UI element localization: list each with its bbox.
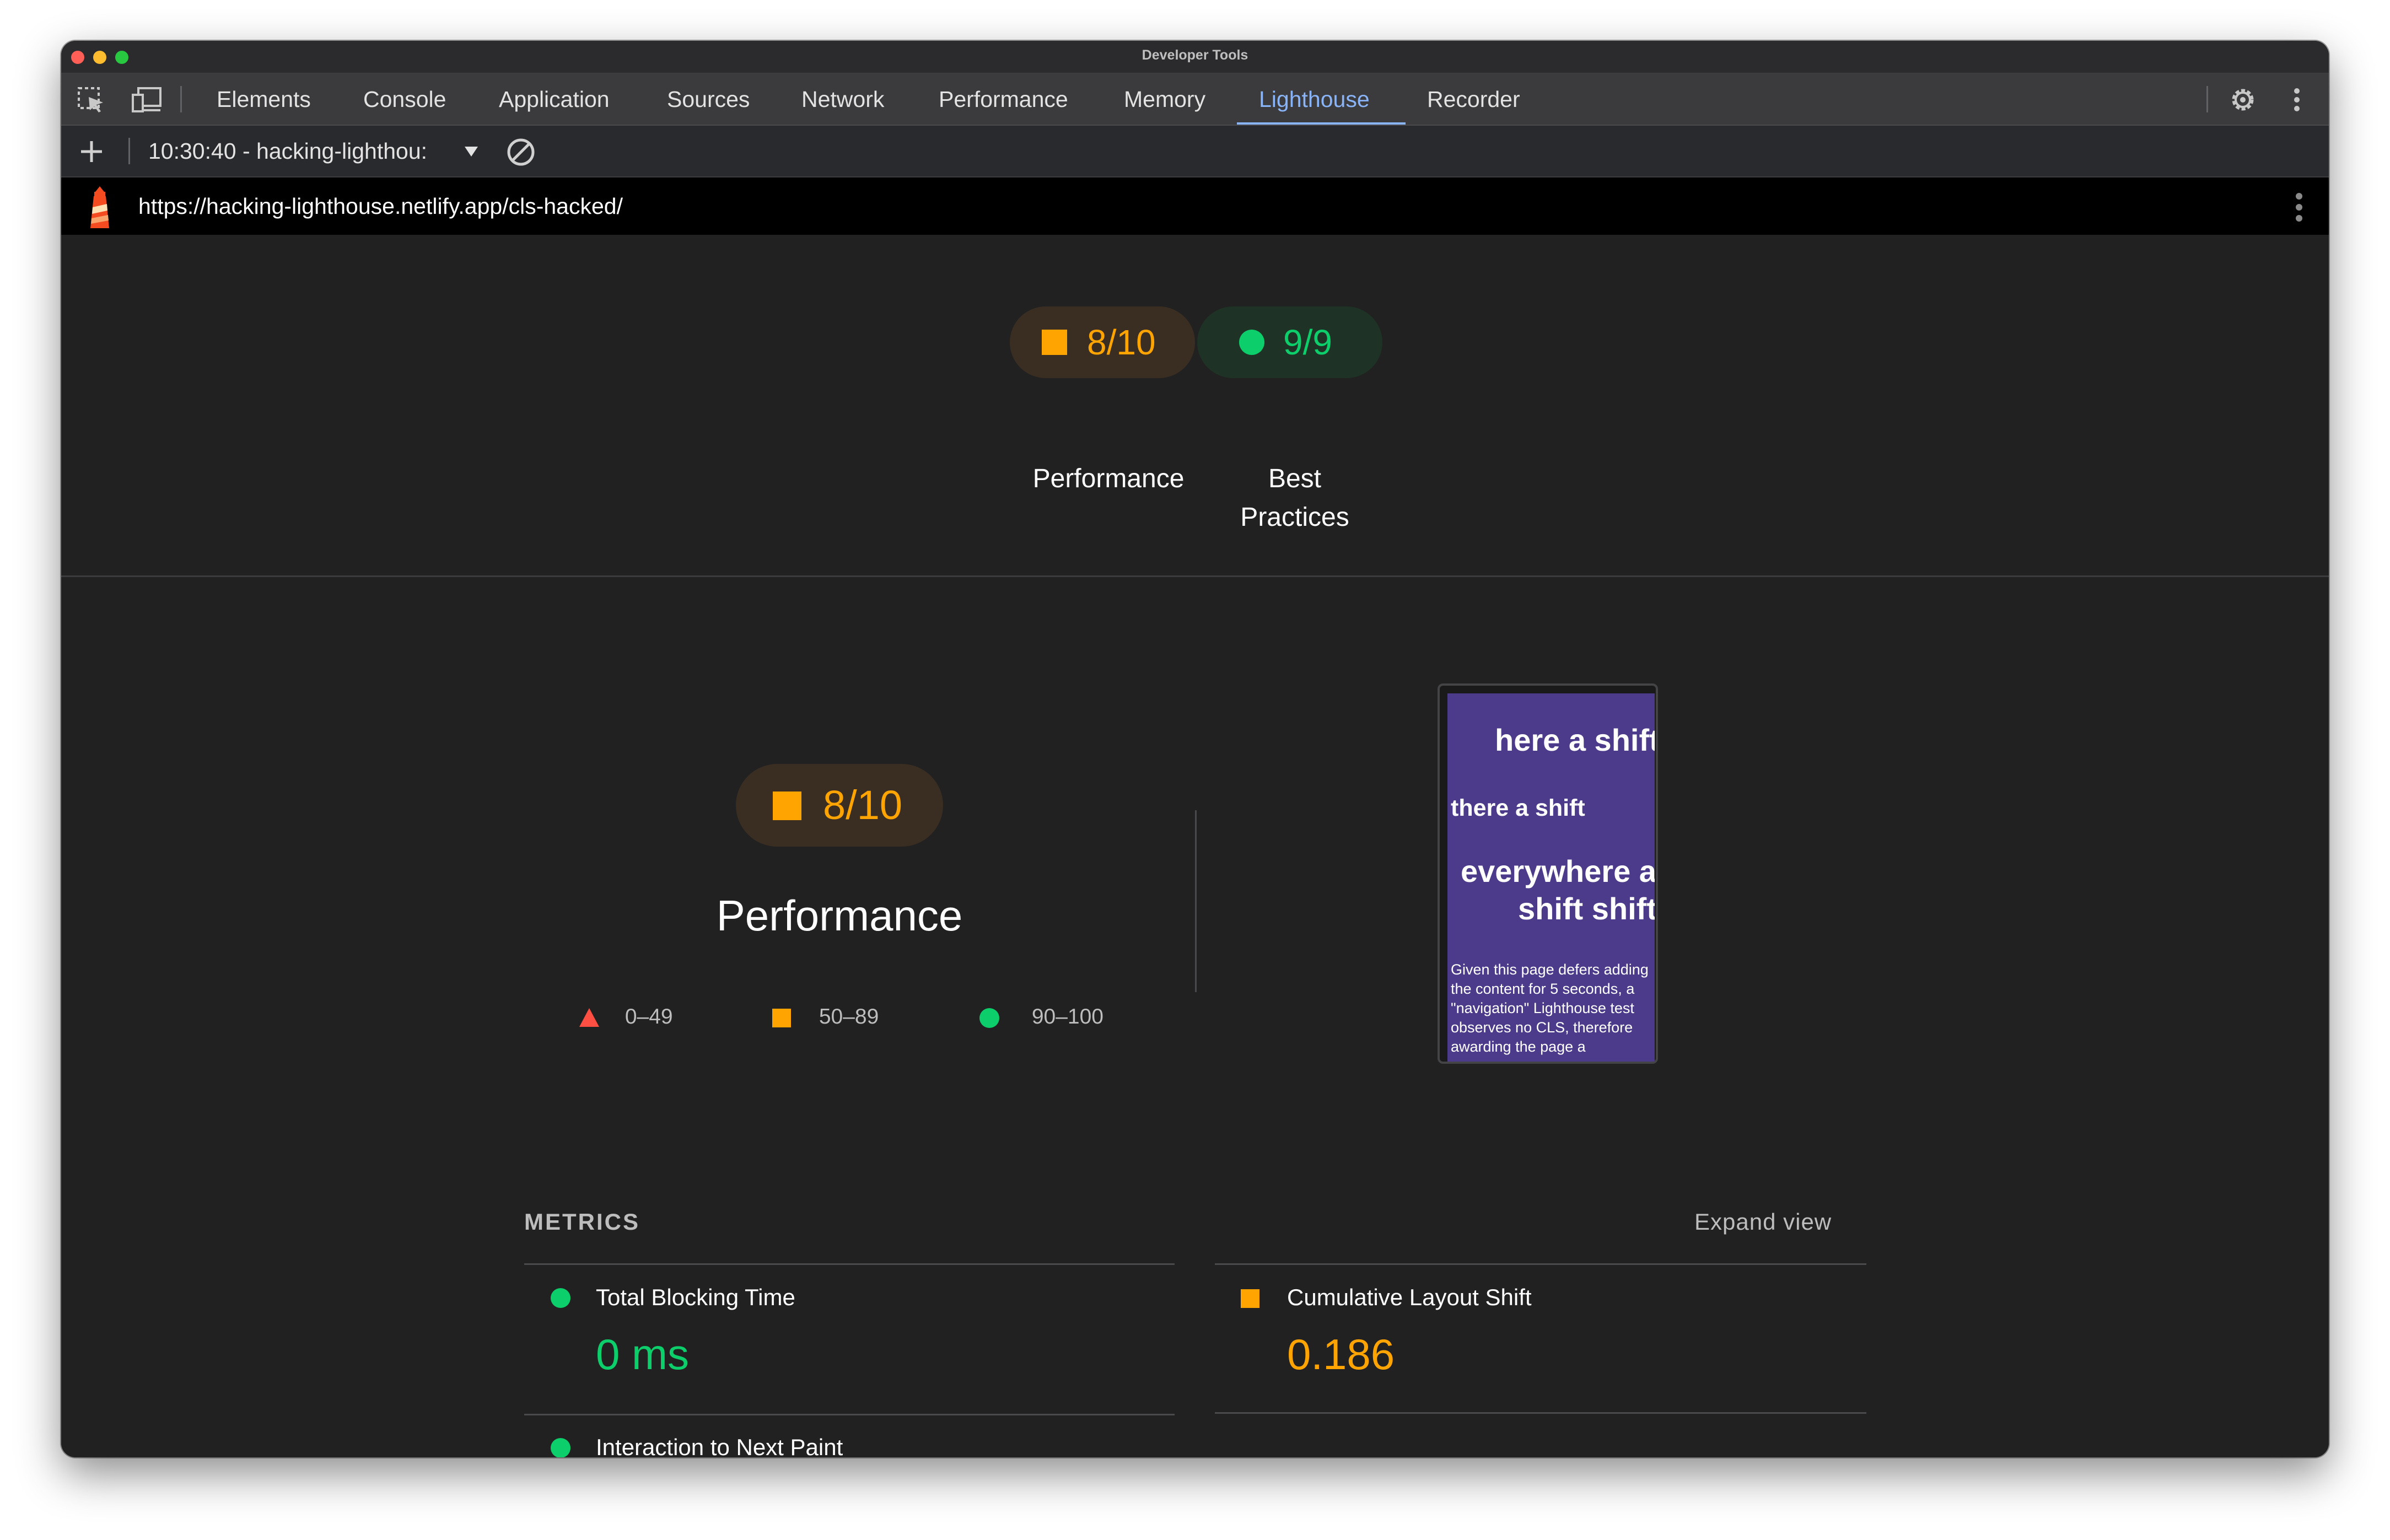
screenshot-paragraph: awarding the page a [1451, 1038, 1586, 1055]
metric-value: 0 ms [596, 1330, 690, 1379]
screenshot-paragraph: observes no CLS, therefore [1451, 1019, 1633, 1036]
active-tab-indicator [1237, 122, 1406, 125]
tab-network[interactable]: Network [801, 74, 884, 125]
metric-name: Total Blocking Time [596, 1284, 795, 1310]
category-label-text: Performance [1032, 464, 1185, 493]
final-screenshot-image: here a shift there a shift everywhere a … [1447, 693, 1655, 1062]
report-url-bar: https://hacking-lighthouse.netlify.app/c… [61, 177, 2329, 235]
category-pill-performance[interactable]: 8/10 [1010, 306, 1195, 378]
metrics-divider [1215, 1412, 1866, 1414]
average-square-icon [772, 1008, 791, 1027]
toolbar-divider [128, 138, 130, 164]
device-toolbar-icon[interactable] [131, 86, 162, 114]
gear-icon[interactable] [2227, 86, 2258, 114]
metrics-divider [524, 1263, 1175, 1265]
section-divider [61, 575, 2329, 577]
pass-circle-icon [1239, 330, 1264, 355]
screenshot-paragraph: "navigation" Lighthouse test [1451, 1000, 1634, 1016]
lighthouse-logo-icon [83, 185, 116, 229]
tab-memory[interactable]: Memory [1124, 74, 1205, 125]
category-pill-best-practices[interactable]: 9/9 [1197, 306, 1382, 378]
window-title: Developer Tools [1142, 47, 1248, 63]
screenshot-text: here a shift [1495, 723, 1655, 757]
fail-triangle-icon [579, 1008, 599, 1027]
metric-value: 0.186 [1287, 1330, 1395, 1379]
metrics-divider [1215, 1263, 1866, 1265]
category-label-line: Practices [1240, 503, 1349, 532]
lighthouse-report: 8/10 9/9 Performance Best Practices 8/10… [61, 235, 2329, 1457]
legend-range: 90–100 [1031, 1005, 1104, 1029]
clear-icon[interactable] [505, 137, 536, 168]
category-label-line: Best [1268, 464, 1322, 493]
category-score: 8/10 [1087, 322, 1156, 362]
legend-average: 50–89 [772, 1003, 879, 1031]
legend-fail: 0–49 [578, 1003, 673, 1031]
report-selector-label: 10:30:40 - hacking-lighthou: [148, 138, 428, 164]
devtools-window: Developer Tools Elements Console Applica… [61, 41, 2329, 1457]
inspect-element-icon[interactable] [77, 86, 107, 114]
tab-recorder[interactable]: Recorder [1427, 74, 1520, 125]
performance-score-pill: 8/10 [736, 764, 943, 847]
metric-name: Cumulative Layout Shift [1287, 1284, 1532, 1310]
chevron-down-icon[interactable] [461, 141, 481, 161]
panel-tab-bar: Elements Console Application Sources Net… [61, 74, 2329, 126]
tab-sources[interactable]: Sources [667, 74, 750, 125]
tab-application[interactable]: Application [499, 74, 610, 125]
pass-circle-icon [551, 1288, 570, 1308]
legend-pass: 90–100 [979, 1003, 1104, 1031]
average-square-icon [773, 791, 801, 820]
metrics-divider [524, 1414, 1175, 1415]
category-label-best-practices[interactable]: Best Practices [1207, 460, 1383, 537]
tab-console[interactable]: Console [363, 74, 446, 125]
report-menu-icon[interactable] [2288, 191, 2310, 224]
lighthouse-toolbar: 10:30:40 - hacking-lighthou: [61, 126, 2329, 177]
pass-circle-icon [979, 1008, 999, 1028]
category-score: 9/9 [1283, 322, 1332, 362]
expand-view-button[interactable]: Expand view [1694, 1209, 1832, 1235]
toolbar-divider [180, 86, 182, 112]
title-bar: Developer Tools [61, 41, 2329, 74]
metric-name: Interaction to Next Paint [596, 1434, 843, 1457]
performance-title: Performance [716, 891, 963, 940]
legend-range: 0–49 [625, 1005, 673, 1029]
average-square-icon [1042, 330, 1067, 355]
tab-performance[interactable]: Performance [939, 74, 1068, 125]
performance-score: 8/10 [823, 782, 903, 828]
screenshot-text: there a shift [1451, 795, 1585, 821]
legend-range: 50–89 [819, 1005, 879, 1029]
final-screenshot[interactable]: here a shift there a shift everywhere a … [1438, 683, 1658, 1064]
category-label-performance[interactable]: Performance [1020, 460, 1197, 498]
gauge-divider [1195, 810, 1197, 992]
screenshot-paragraph: Given this page defers adding [1451, 961, 1649, 978]
pass-circle-icon [551, 1438, 570, 1457]
average-square-icon [1241, 1289, 1259, 1308]
report-url[interactable]: https://hacking-lighthouse.netlify.app/c… [138, 177, 623, 235]
tab-elements[interactable]: Elements [217, 74, 311, 125]
tab-lighthouse[interactable]: Lighthouse [1259, 74, 1370, 125]
more-options-icon[interactable] [2286, 86, 2308, 114]
toolbar-divider-right [2206, 86, 2208, 112]
screenshot-paragraph: the content for 5 seconds, a [1451, 981, 1635, 997]
report-selector[interactable]: 10:30:40 - hacking-lighthou: [148, 126, 462, 176]
screenshot-text: shift shift [1518, 891, 1655, 926]
screenshot-text: everywhere a [1461, 854, 1655, 889]
metrics-heading: METRICS [524, 1209, 640, 1235]
plus-icon[interactable] [78, 138, 105, 165]
